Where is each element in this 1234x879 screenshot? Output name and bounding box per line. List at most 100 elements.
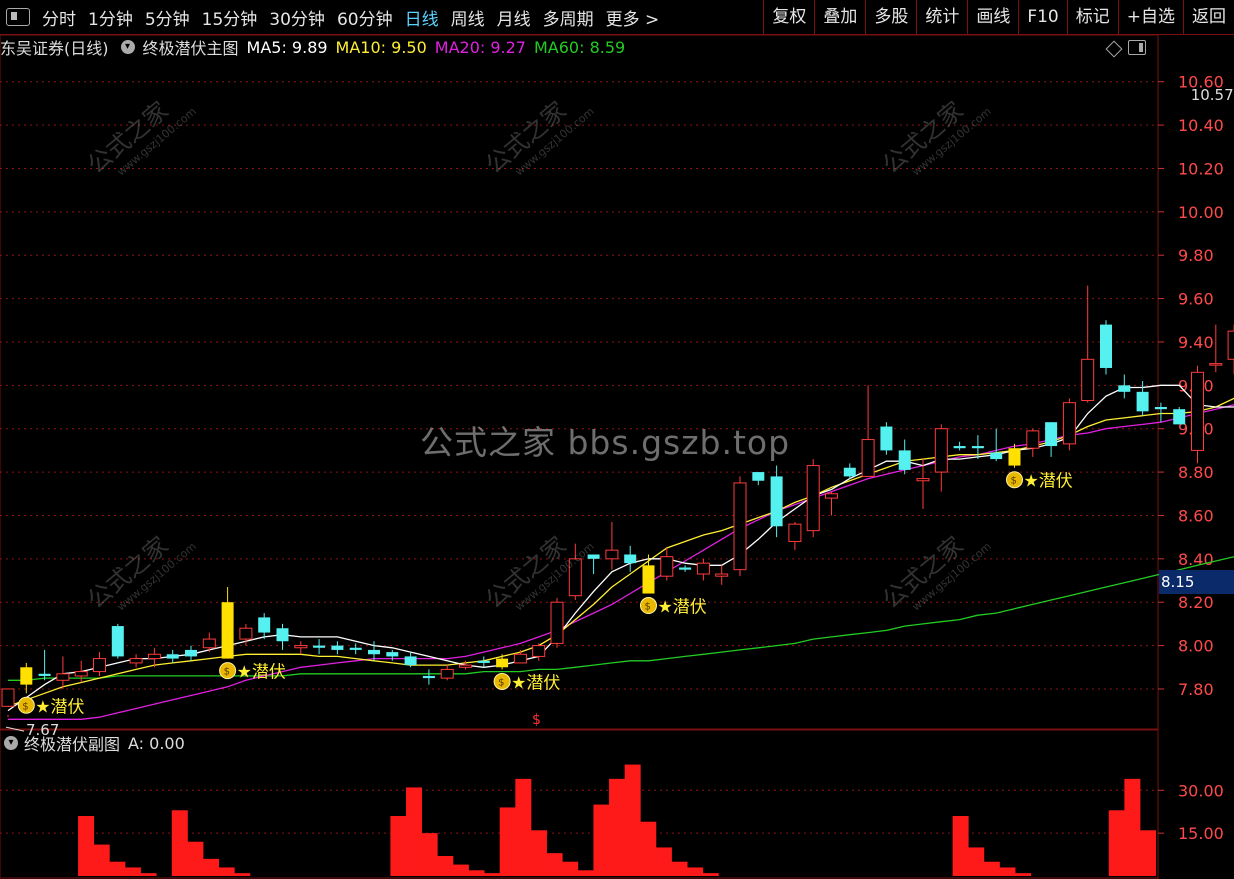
y-tick-label: 9.40 <box>1178 333 1214 352</box>
candle-body <box>258 617 271 633</box>
candle-body <box>1008 448 1021 466</box>
volume-bar <box>546 853 563 876</box>
volume-bar <box>640 821 657 876</box>
candle-body <box>166 654 179 659</box>
volume-bar <box>203 858 220 876</box>
current-price-tag: 8.15 <box>1159 570 1234 594</box>
volume-bar <box>1015 873 1032 876</box>
candle-body <box>74 671 88 677</box>
sub-indicator-name[interactable]: 终极潜伏副图 <box>24 731 120 755</box>
volume-bar <box>1140 830 1156 876</box>
candle-body <box>843 467 856 477</box>
signal-label: ★潜伏 <box>237 663 286 683</box>
volume-bar <box>577 870 594 876</box>
volume-bar <box>1108 810 1125 876</box>
sub-indicator-dropdown-icon[interactable]: ▾ <box>4 736 18 750</box>
candle-body <box>806 465 820 532</box>
candle-body <box>38 673 51 676</box>
volume-bar <box>593 804 610 876</box>
volume-bar <box>140 873 157 876</box>
y-tick-label: 9.60 <box>1178 290 1214 309</box>
candle-body <box>788 523 802 542</box>
candle-body <box>349 647 362 650</box>
volume-bar <box>655 847 672 876</box>
volume-bar <box>109 861 126 876</box>
candle-body <box>313 645 326 648</box>
candle-body <box>1136 391 1149 412</box>
candle-body <box>331 645 344 650</box>
money-bag-symbol: $ <box>224 667 230 678</box>
candle-body <box>1209 363 1223 366</box>
volume-bar <box>609 778 626 876</box>
money-bag-symbol: $ <box>645 602 651 613</box>
volume-bar <box>999 867 1016 876</box>
volume-bar <box>687 867 704 876</box>
candle-body <box>642 565 655 594</box>
candle-body <box>715 573 729 577</box>
candle-body <box>770 476 783 527</box>
candle-body <box>898 450 911 470</box>
candle-body <box>990 452 1003 460</box>
candle-body <box>1026 430 1040 449</box>
volume-bar <box>234 873 251 876</box>
high-label: 10.57 <box>1191 86 1234 104</box>
y-tick-label: 8.00 <box>1178 637 1214 656</box>
volume-bar <box>562 861 579 876</box>
candle-body <box>1227 330 1234 360</box>
y-tick-label: 10.40 <box>1178 116 1224 135</box>
candle-body <box>1045 422 1058 447</box>
candle-body <box>1154 407 1167 410</box>
signal-label: ★潜伏 <box>1024 472 1073 492</box>
main-pane-frame <box>0 34 1159 730</box>
money-bag-symbol: $ <box>1011 476 1017 487</box>
volume-bar <box>624 764 641 876</box>
volume-bar <box>437 856 454 876</box>
volume-bar <box>484 873 501 876</box>
volume-bar <box>499 807 516 876</box>
candle-body <box>221 602 234 659</box>
candle-body <box>422 675 435 679</box>
sub-chart-legend: ▾ 终极潜伏副图 A: 0.00 <box>0 732 185 754</box>
candle-body <box>971 446 984 449</box>
candle-body <box>185 649 197 657</box>
candle-body <box>239 627 253 640</box>
volume-bar <box>406 787 423 876</box>
candle-body <box>477 660 490 663</box>
candle-body <box>696 562 710 575</box>
signal-label: ★潜伏 <box>35 697 84 717</box>
volume-bar <box>530 830 547 876</box>
y-tick-label: 10.20 <box>1178 159 1224 178</box>
ma10-line <box>7 397 1234 707</box>
candle-body <box>953 446 966 449</box>
volume-bar <box>1124 778 1141 876</box>
candle-body <box>20 667 33 685</box>
candle-body <box>1118 385 1131 392</box>
candle-body <box>1100 324 1112 368</box>
volume-bar <box>124 867 141 876</box>
volume-bar <box>702 873 719 876</box>
y-tick-label: 9.80 <box>1178 246 1214 265</box>
candle-body <box>1062 402 1076 445</box>
candle-body <box>1 688 15 707</box>
volume-bar <box>452 864 469 876</box>
candle-body <box>111 626 124 657</box>
candle-body <box>1173 409 1186 425</box>
volume-bar <box>78 816 95 876</box>
candle-body <box>550 601 564 644</box>
candle-body <box>386 652 399 657</box>
candle-body <box>368 649 380 655</box>
volume-bar <box>218 867 235 876</box>
volume-bar <box>390 816 407 876</box>
candle-body <box>624 554 637 564</box>
candle-body <box>752 472 765 481</box>
candle-body <box>129 658 143 664</box>
candle-body <box>202 638 216 649</box>
y-tick-label: 8.60 <box>1178 506 1214 525</box>
dollar-marker-icon: $ <box>532 712 541 728</box>
candle-body <box>660 556 674 577</box>
volume-bar <box>968 847 985 876</box>
candle-body <box>733 482 747 571</box>
candle-body <box>532 645 546 657</box>
candle-body <box>1191 371 1204 451</box>
candle-body <box>916 478 930 482</box>
